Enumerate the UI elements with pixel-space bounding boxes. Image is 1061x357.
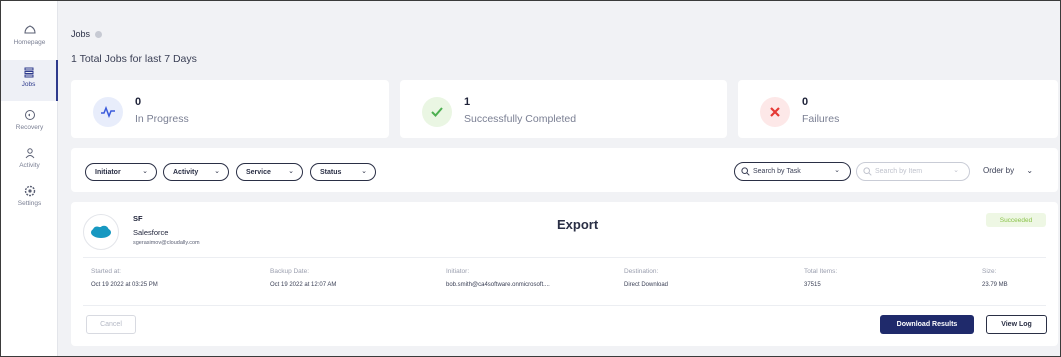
filter-label: Status — [320, 168, 342, 176]
stat-card-completed: 1 Successfully Completed — [400, 80, 727, 138]
chevron-down-icon: ⌄ — [142, 168, 148, 175]
divider — [83, 305, 1046, 306]
salesforce-logo-icon — [83, 214, 119, 250]
chevron-down-icon: ⌄ — [834, 167, 840, 174]
chevron-down-icon: ⌄ — [214, 168, 220, 175]
meta-value: Oct 19 2022 at 12:07 AM — [270, 282, 337, 288]
divider — [83, 257, 1046, 258]
meta-value: bob.smith@ca4software.onmicrosoft.... — [446, 282, 550, 288]
meta-label: Total Items: — [804, 268, 838, 275]
chevron-down-icon: ⌄ — [361, 168, 367, 175]
meta-label: Size: — [982, 268, 997, 275]
chevron-down-icon: ⌄ — [1026, 166, 1034, 175]
download-results-button[interactable]: Download Results — [880, 315, 974, 334]
view-log-button[interactable]: View Log — [986, 315, 1047, 334]
stat-label: In Progress — [135, 113, 189, 125]
meta-label: Initiator: — [446, 268, 470, 275]
sidebar-item-label: Activity — [19, 162, 40, 169]
stat-label: Successfully Completed — [464, 113, 577, 125]
filter-service[interactable]: Service ⌄ — [236, 163, 303, 181]
sidebar-item-label: Recovery — [15, 124, 44, 131]
settings-icon — [24, 185, 35, 197]
job-service: Salesforce — [133, 228, 169, 237]
home-icon — [23, 25, 36, 34]
search-placeholder: Search by Task — [753, 168, 801, 175]
filter-activity[interactable]: Activity ⌄ — [163, 163, 229, 181]
search-placeholder: Search by Item — [875, 168, 923, 175]
status-badge: Succeeded — [986, 213, 1046, 227]
activity-icon — [25, 148, 34, 159]
meta-label: Started at: — [91, 268, 121, 275]
page-title-text: Jobs — [71, 29, 91, 39]
job-source: SF — [133, 214, 143, 223]
meta-value: Direct Download — [624, 282, 669, 288]
jobs-icon — [24, 67, 33, 78]
stat-card-failures: 0 Failures — [738, 80, 1058, 138]
stat-card-in-progress: 0 In Progress — [71, 80, 389, 138]
filter-status[interactable]: Status ⌄ — [310, 163, 376, 181]
check-icon — [422, 97, 452, 127]
sidebar-item-jobs[interactable]: Jobs — [1, 60, 58, 101]
sidebar-item-label: Settings — [17, 200, 42, 207]
chevron-down-icon: ⌄ — [953, 167, 959, 174]
filter-label: Service — [246, 168, 271, 176]
filter-initiator[interactable]: Initiator ⌄ — [85, 163, 157, 181]
filter-bar: Initiator ⌄ Activity ⌄ Service ⌄ Status … — [71, 148, 1058, 192]
recovery-icon — [24, 110, 35, 120]
page-title: Jobs — [71, 29, 103, 39]
order-by-label: Order by — [983, 166, 1015, 175]
search-by-task[interactable]: Search by Task ⌄ — [734, 162, 851, 181]
cancel-button[interactable]: Cancel — [86, 315, 136, 334]
job-email: sgerasimov@cloudally.com — [133, 240, 200, 246]
sidebar: Homepage Jobs Recovery Activity Settings — [1, 1, 58, 356]
meta-value: Oct 19 2022 at 03:25 PM — [91, 282, 158, 288]
meta-value: 37515 — [804, 282, 821, 288]
filter-label: Activity — [173, 168, 199, 176]
stat-value: 1 — [464, 96, 471, 108]
sidebar-item-homepage[interactable]: Homepage — [1, 23, 58, 46]
sidebar-item-recovery[interactable]: Recovery — [1, 108, 58, 131]
stat-value: 0 — [802, 96, 809, 108]
order-by-dropdown[interactable]: Order by ⌄ — [983, 166, 1033, 175]
jobs-summary: 1 Total Jobs for last 7 Days — [71, 53, 197, 65]
job-card: SF Salesforce sgerasimov@cloudally.com E… — [71, 202, 1058, 346]
stat-label: Failures — [802, 113, 840, 125]
sidebar-item-label: Jobs — [21, 81, 36, 88]
info-icon[interactable] — [95, 30, 103, 38]
meta-label: Backup Date: — [270, 268, 310, 275]
chevron-down-icon: ⌄ — [288, 168, 294, 175]
meta-value: 23.79 MB — [982, 282, 1008, 288]
sidebar-item-label: Homepage — [13, 39, 46, 46]
filter-label: Initiator — [95, 168, 121, 176]
activity-pulse-icon — [93, 97, 123, 127]
x-icon — [760, 97, 790, 127]
meta-label: Destination: — [624, 268, 659, 275]
search-icon — [863, 167, 872, 176]
search-by-item[interactable]: Search by Item ⌄ — [856, 162, 970, 181]
job-type: Export — [557, 217, 599, 232]
sidebar-item-settings[interactable]: Settings — [1, 184, 58, 207]
sidebar-item-activity[interactable]: Activity — [1, 146, 58, 169]
search-icon — [741, 167, 750, 176]
stat-value: 0 — [135, 96, 142, 108]
main-content: Jobs 1 Total Jobs for last 7 Days 0 In P… — [58, 1, 1060, 356]
